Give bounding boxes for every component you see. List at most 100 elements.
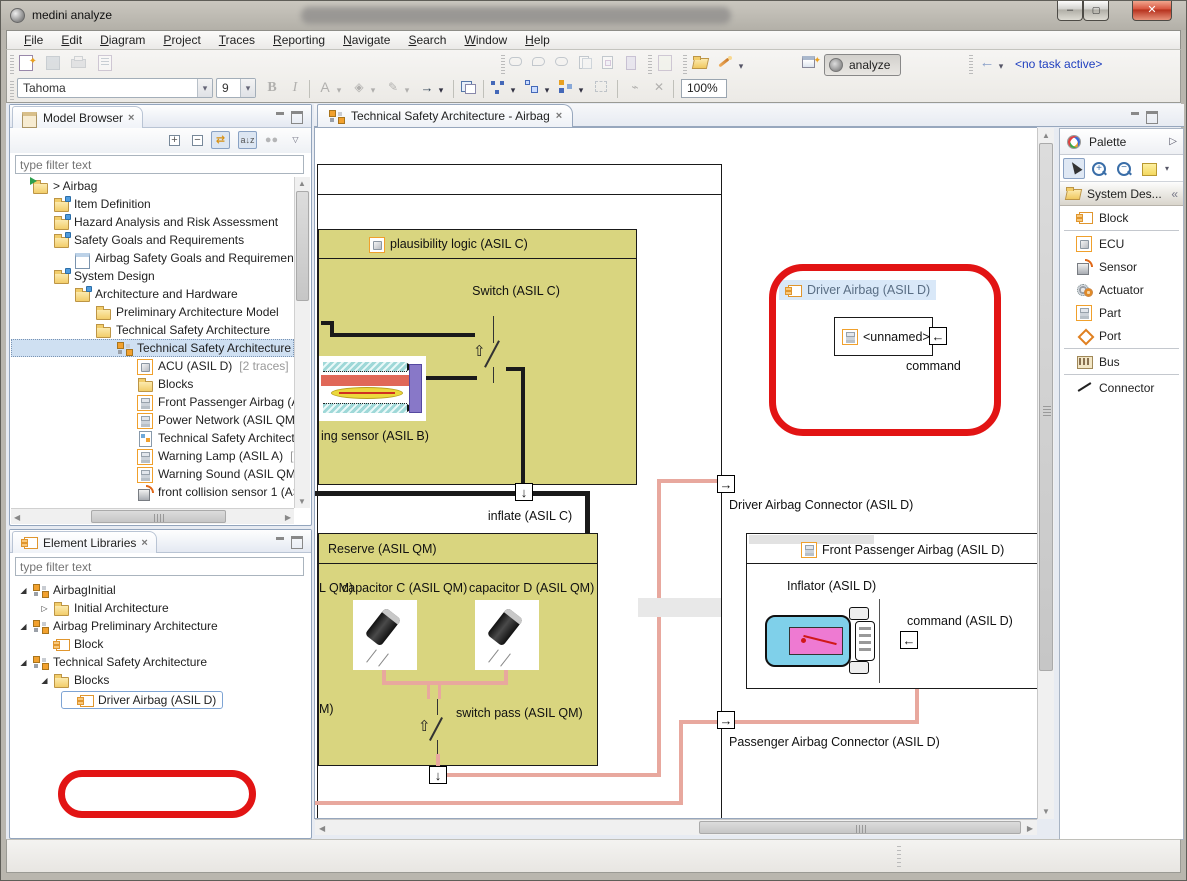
expand-all-icon[interactable]: + bbox=[165, 131, 184, 149]
comment-link-icon[interactable] bbox=[553, 55, 573, 73]
switch-symbol[interactable] bbox=[493, 367, 494, 383]
note-tool-icon[interactable]: ▾ bbox=[1138, 158, 1172, 179]
palette-item-port[interactable]: Port bbox=[1060, 324, 1183, 347]
minimize-editor-icon[interactable] bbox=[1129, 110, 1142, 121]
bold-icon[interactable]: B bbox=[262, 79, 282, 97]
chevron-down-icon[interactable]: ▾ bbox=[367, 82, 379, 100]
menu-file[interactable]: File bbox=[15, 32, 52, 48]
diagram-canvas[interactable]: plausibility logic (ASIL C) Switch (ASIL… bbox=[314, 127, 1037, 819]
italic-icon[interactable]: I bbox=[285, 79, 305, 97]
view-menu-icon[interactable]: ▽ bbox=[286, 131, 305, 149]
pink-wire[interactable] bbox=[447, 773, 659, 777]
notes-icon[interactable] bbox=[622, 55, 642, 73]
collapse-all-icon[interactable]: − bbox=[188, 131, 207, 149]
palette-item-part[interactable]: Part bbox=[1060, 301, 1183, 324]
scroll-up-icon[interactable]: ▲ bbox=[1042, 131, 1050, 140]
scroll-up-icon[interactable]: ▲ bbox=[298, 179, 306, 188]
font-name-combo[interactable]: Tahoma▾ bbox=[17, 78, 213, 98]
model-browser-filter-input[interactable] bbox=[15, 155, 304, 174]
status-sash[interactable] bbox=[897, 846, 901, 868]
port-down-icon[interactable]: ↓ bbox=[429, 766, 447, 784]
menu-help[interactable]: Help bbox=[516, 32, 559, 48]
model-browser-hscrollbar[interactable]: ◀ ▶ bbox=[11, 508, 294, 524]
inflate-wire[interactable] bbox=[315, 491, 590, 496]
join-connector-icon[interactable]: ✕ bbox=[649, 79, 669, 97]
twistie-expanded-icon[interactable]: ◢ bbox=[19, 622, 28, 631]
scroll-right-icon[interactable]: ▶ bbox=[1027, 824, 1033, 833]
toolbar-drag-handle[interactable] bbox=[501, 55, 505, 75]
menu-traces[interactable]: Traces bbox=[210, 32, 264, 48]
tree-item-hazard-analysis-and-risk-assessment[interactable]: Hazard Analysis and Risk Assessment bbox=[11, 213, 294, 231]
palette-item-bus[interactable]: Bus bbox=[1060, 350, 1183, 373]
chevron-down-icon[interactable]: ▾ bbox=[575, 82, 587, 100]
perspective-analyze-button[interactable]: analyze bbox=[824, 54, 901, 76]
model-browser-vscrollbar[interactable]: ▲ ▼ bbox=[294, 177, 310, 508]
frame-selection-icon[interactable] bbox=[593, 79, 613, 97]
link-with-editor-icon[interactable]: ⇄ bbox=[211, 131, 230, 149]
filter-settings-icon[interactable]: ●● bbox=[262, 131, 281, 149]
pink-wire[interactable] bbox=[315, 801, 681, 805]
palette-item-ecu[interactable]: ECU bbox=[1060, 232, 1183, 255]
select-tool-icon[interactable] bbox=[1063, 158, 1085, 179]
tree-item-airbaginitial[interactable]: ◢AirbagInitial bbox=[11, 581, 310, 599]
toolbar-drag-handle[interactable] bbox=[683, 55, 687, 75]
element-libraries-filter-input[interactable] bbox=[15, 557, 304, 576]
wire-segment[interactable] bbox=[330, 333, 475, 337]
editor-hscrollbar[interactable]: ◀ ▶ bbox=[315, 819, 1037, 835]
menu-window[interactable]: Window bbox=[455, 32, 516, 48]
tree-item-front-collision-sensor-1-as[interactable]: front collision sensor 1 (AS bbox=[11, 483, 294, 501]
scroll-down-icon[interactable]: ▼ bbox=[1042, 807, 1050, 816]
layout-arrange-icon[interactable] bbox=[557, 79, 577, 97]
tree-item-technical-safety-architect[interactable]: Technical Safety Architect bbox=[11, 429, 294, 447]
pin-drawer-icon[interactable]: « bbox=[1171, 187, 1178, 201]
chevron-down-icon[interactable]: ▾ bbox=[240, 79, 255, 97]
tree-item-warning-lamp-asil-a[interactable]: Warning Lamp (ASIL A)[2 bbox=[11, 447, 294, 465]
wire-segment[interactable] bbox=[426, 376, 477, 380]
pink-wire[interactable] bbox=[661, 479, 721, 483]
tree-item-blocks[interactable]: Blocks bbox=[11, 375, 294, 393]
sort-alphabetical-icon[interactable]: a↓z bbox=[238, 131, 257, 149]
split-connector-icon[interactable]: ⌁ bbox=[625, 79, 645, 97]
close-button[interactable]: ✕ bbox=[1132, 1, 1172, 21]
editor-vscrollbar[interactable]: ▲ ▼ bbox=[1037, 128, 1054, 819]
brush-dropdown-icon[interactable]: ▾ bbox=[735, 57, 747, 75]
twistie-collapsed-icon[interactable]: ▷ bbox=[40, 604, 49, 613]
minimize-button[interactable]: – bbox=[1057, 1, 1083, 21]
font-size-combo[interactable]: 9▾ bbox=[216, 78, 256, 98]
menu-edit[interactable]: Edit bbox=[52, 32, 91, 48]
scroll-right-icon[interactable]: ▶ bbox=[285, 513, 291, 522]
palette-collapse-icon[interactable]: ▷ bbox=[1169, 136, 1177, 147]
maximize-editor-icon[interactable] bbox=[1145, 110, 1158, 121]
maximize-view-icon[interactable] bbox=[290, 110, 303, 121]
tree-item-warning-sound-asil-qm[interactable]: Warning Sound (ASIL QM) bbox=[11, 465, 294, 483]
element-libraries-tab[interactable]: Element Libraries × bbox=[12, 531, 157, 553]
open-folder-icon[interactable] bbox=[691, 55, 711, 73]
chevron-down-icon[interactable]: ▾ bbox=[507, 82, 519, 100]
tree-item-safety-goals-and-requirements[interactable]: Safety Goals and Requirements bbox=[11, 231, 294, 249]
palette-drawer-system-design[interactable]: System Des... « bbox=[1060, 182, 1183, 206]
tree-item-blocks[interactable]: ◢Blocks bbox=[11, 671, 310, 689]
validate-icon[interactable] bbox=[655, 55, 675, 73]
zoom-level-field[interactable]: 100% bbox=[681, 79, 727, 98]
chevron-down-icon[interactable]: ▾ bbox=[333, 82, 345, 100]
maximize-view-icon[interactable] bbox=[290, 535, 303, 546]
format-brush-icon[interactable] bbox=[715, 55, 735, 73]
chevron-down-icon[interactable]: ▾ bbox=[401, 82, 413, 100]
palette-item-actuator[interactable]: Actuator bbox=[1060, 278, 1183, 301]
model-browser-tab[interactable]: Model Browser × bbox=[12, 106, 143, 128]
capacitor-d-image[interactable] bbox=[475, 600, 539, 670]
pink-wire[interactable] bbox=[427, 685, 430, 699]
tree-item-airbag[interactable]: > Airbag bbox=[11, 177, 294, 195]
tree-item-block[interactable]: Block bbox=[11, 635, 310, 653]
title-bar[interactable]: medini analyze – ▢ ✕ bbox=[1, 1, 1186, 30]
port-right-icon[interactable]: → bbox=[717, 475, 735, 493]
inflator-image[interactable] bbox=[759, 599, 881, 683]
toolbar-drag-handle[interactable] bbox=[10, 55, 14, 75]
comment-icon[interactable] bbox=[507, 55, 527, 73]
palette-item-block[interactable]: Block bbox=[1060, 206, 1183, 229]
print-icon[interactable] bbox=[69, 55, 89, 73]
scroll-left-icon[interactable]: ◀ bbox=[14, 513, 20, 522]
report-icon[interactable] bbox=[95, 55, 115, 73]
copy-note-icon[interactable] bbox=[599, 55, 619, 73]
tree-item-item-definition[interactable]: Item Definition bbox=[11, 195, 294, 213]
